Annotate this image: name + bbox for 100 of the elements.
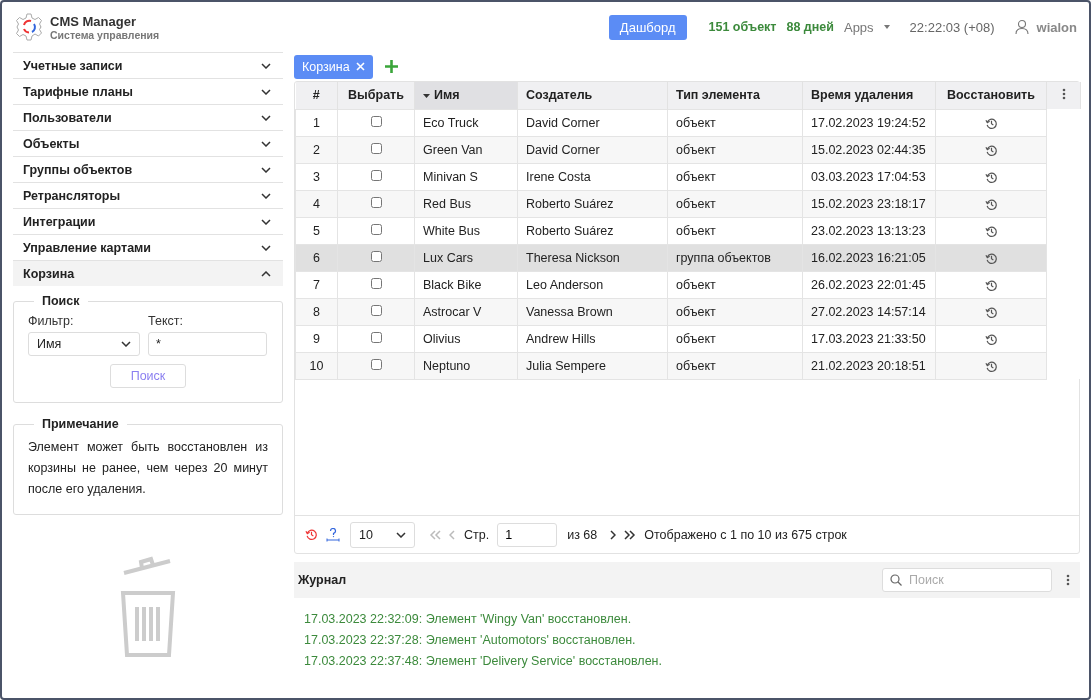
select-checkbox[interactable] [370,223,382,235]
sort-caret-icon [423,93,430,98]
table-cell: 8 [295,298,338,325]
chevron-up-icon [261,270,271,277]
chevron-down-icon [261,62,271,69]
page-label: Стр. [464,527,490,542]
restore-icon[interactable] [984,305,998,319]
column-header[interactable]: Создатель [517,82,668,109]
table-cell: Black Bike [414,271,518,298]
journal-menu-icon[interactable] [1066,574,1070,586]
chevron-down-icon [261,114,271,121]
table-cell: 27.02.2023 14:57:14 [802,298,936,325]
table-cell: 15.02.2023 23:18:17 [802,190,936,217]
table-cell: объект [667,190,803,217]
select-checkbox[interactable] [370,277,382,289]
column-header[interactable]: Тип элемента [667,82,803,109]
table-cell: 6 [295,244,338,271]
table-cell: 17.03.2023 21:33:50 [802,325,936,352]
sidebar-item[interactable]: Корзина [13,260,283,286]
text-label: Текст: [148,313,184,330]
column-header[interactable]: Время удаления [802,82,936,109]
caret-icon [883,25,890,29]
table-cell: White Bus [414,217,518,244]
select-checkbox[interactable] [370,331,382,343]
restore-icon[interactable] [984,224,998,238]
note-legend: Примечание [34,417,127,431]
chevron-down-icon [261,140,271,147]
last-page-icon[interactable] [624,529,637,540]
close-icon[interactable] [355,62,365,71]
column-menu-icon[interactable] [1061,88,1066,100]
journal-search-field[interactable]: Поиск [882,568,1052,592]
table-cell: Neptuno [414,352,518,379]
days-count: 88 дней [786,20,834,34]
table-cell: Olivius [414,325,518,352]
chevron-down-icon [261,218,271,225]
table-cell: объект [667,109,803,136]
next-page-icon[interactable] [609,529,617,540]
table-cell: 7 [295,271,338,298]
select-checkbox[interactable] [370,142,382,154]
table-cell: группа объектов [667,244,803,271]
restore-icon[interactable] [984,116,998,130]
table-cell: 17.02.2023 19:24:52 [802,109,936,136]
journal-title: Журнал [298,573,348,587]
chevron-down-icon [261,166,271,173]
filter-label: Фильтр: [28,313,75,330]
history-icon[interactable] [305,528,318,541]
page-size-dropdown[interactable]: 10 [350,521,415,548]
select-checkbox[interactable] [370,304,382,316]
select-checkbox[interactable] [370,169,382,181]
page-input-field[interactable]: 1 [497,522,558,547]
help-icon[interactable] [326,527,340,542]
restore-icon[interactable] [984,143,998,157]
restore-icon[interactable] [984,251,998,265]
column-header[interactable]: # [295,82,338,109]
table-cell: объект [667,298,803,325]
chevron-down-icon [121,341,131,347]
chevron-down-icon [261,192,271,199]
restore-icon[interactable] [984,359,998,373]
restore-icon[interactable] [984,332,998,346]
select-checkbox[interactable] [370,250,382,262]
table-cell: Irene Costa [517,163,668,190]
table-cell: 16.02.2023 16:21:05 [802,244,936,271]
chevron-down-icon [261,88,271,95]
table-cell: объект [667,217,803,244]
select-checkbox[interactable] [370,358,382,370]
page-count: из 68 [567,527,598,542]
table-cell: Lux Cars [414,244,518,271]
table-cell: Roberto Suárez [517,217,668,244]
search-legend: Поиск [34,294,88,308]
user-icon[interactable] [1014,19,1029,35]
user-name[interactable]: wialon [1036,19,1077,35]
app-subtitle: Система управления [50,28,160,41]
table-cell: Andrew Hills [517,325,668,352]
chevron-down-icon [396,531,406,538]
select-checkbox[interactable] [370,196,382,208]
table-cell: 2 [295,136,338,163]
filter-dropdown[interactable]: Имя [28,332,140,356]
table-cell: Julia Sempere [517,352,668,379]
apps-menu[interactable]: Apps [843,19,890,35]
chevron-down-icon [261,244,271,251]
table-cell: объект [667,352,803,379]
restore-icon[interactable] [984,278,998,292]
text-input-field[interactable]: * [148,332,267,356]
table-cell: Green Van [414,136,518,163]
restore-icon[interactable] [984,197,998,211]
rows-summary: Отображено с 1 по 10 из 675 строк [644,527,847,542]
column-header[interactable]: Восстановить [935,82,1047,109]
restore-icon[interactable] [984,170,998,184]
table-cell: Leo Anderson [517,271,668,298]
table-cell: 26.02.2023 22:01:45 [802,271,936,298]
select-checkbox[interactable] [370,115,382,127]
table-cell: 1 [295,109,338,136]
add-tab-icon[interactable] [384,60,398,73]
search-icon [890,574,902,586]
gear-logo-icon [14,12,44,42]
table-cell: Eco Truck [414,109,518,136]
column-header[interactable]: Выбрать [337,82,415,109]
table-cell: 03.03.2023 17:04:53 [802,163,936,190]
log-entry: 17.03.2023 22:37:28: Элемент 'Automotors' восстановлен. [304,633,637,648]
column-header[interactable]: Имя [414,82,518,109]
